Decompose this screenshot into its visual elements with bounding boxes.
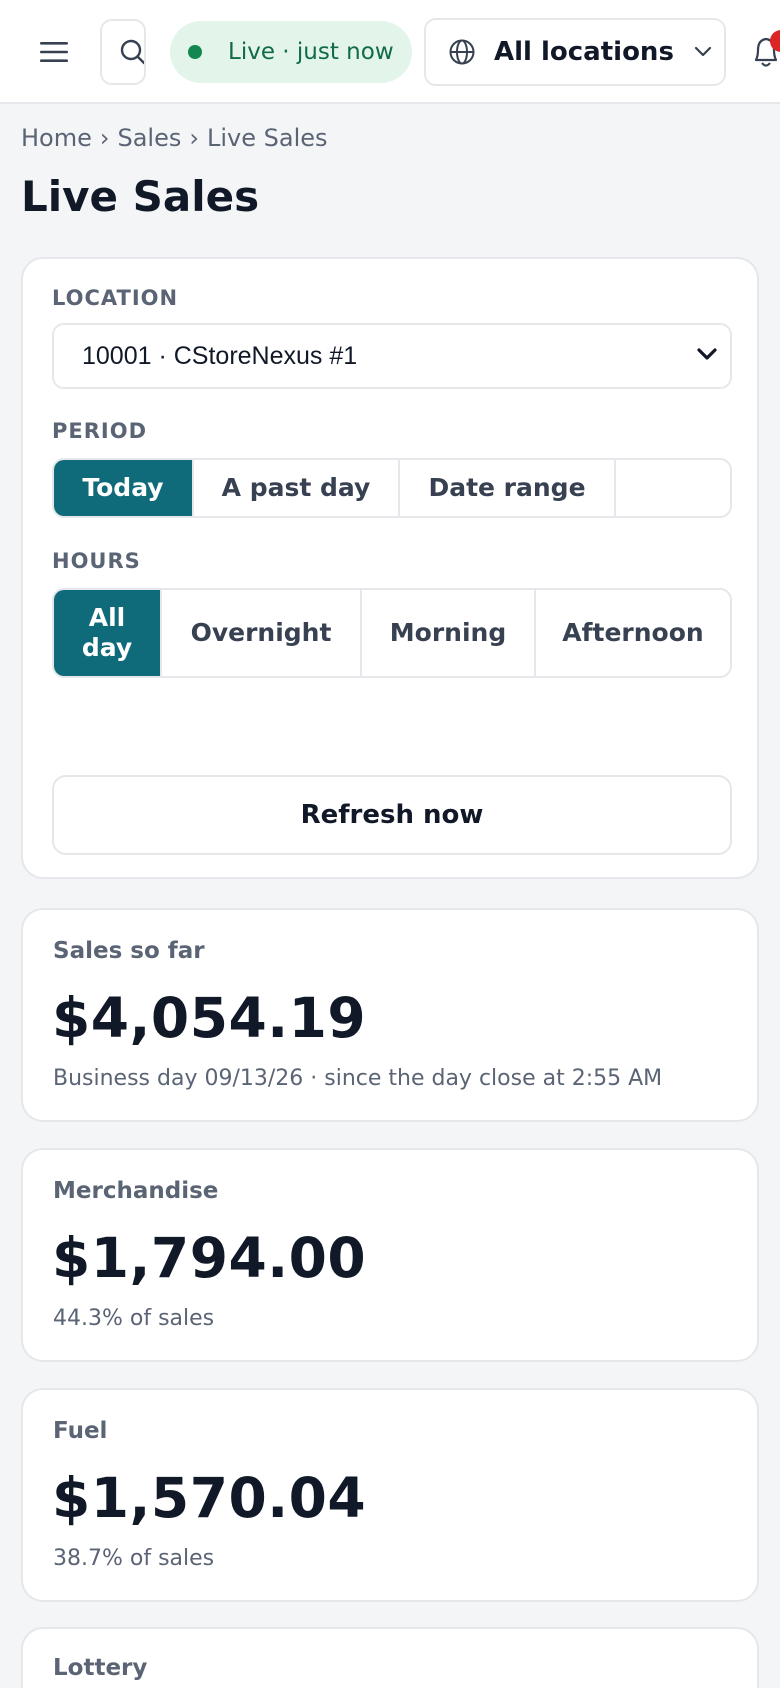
breadcrumb-home[interactable]: Home bbox=[21, 124, 92, 152]
period-option-past-day[interactable]: A past day bbox=[194, 460, 400, 516]
hamburger-icon bbox=[40, 42, 68, 62]
live-status-text: Live · just now bbox=[228, 39, 394, 65]
notifications-button[interactable] bbox=[752, 30, 780, 74]
metric-subtext: 38.7% of sales bbox=[53, 1546, 215, 1571]
period-segmented-control: Today A past day Date range bbox=[52, 458, 732, 518]
metric-value: $4,054.19 bbox=[52, 986, 367, 1050]
location-selector-label: All locations bbox=[494, 37, 674, 67]
page-title: Live Sales bbox=[21, 172, 260, 221]
metric-card-fuel: Fuel $1,570.04 38.7% of sales bbox=[21, 1388, 759, 1602]
metric-subtext: 44.3% of sales bbox=[53, 1306, 215, 1331]
metric-subtext: Business day 09/13/26 · since the day cl… bbox=[53, 1066, 663, 1091]
period-segment-spacer bbox=[616, 460, 730, 516]
metric-value: $1,794.00 bbox=[52, 1226, 367, 1290]
metric-card-lottery: Lottery bbox=[21, 1627, 759, 1688]
hours-option-all-day[interactable]: All day bbox=[54, 590, 162, 676]
refresh-now-button[interactable]: Refresh now bbox=[52, 775, 732, 855]
live-status-badge: Live · just now bbox=[170, 21, 412, 83]
location-selector-button[interactable]: All locations bbox=[424, 18, 726, 86]
metric-card-sales: Sales so far $4,054.19 Business day 09/1… bbox=[21, 908, 759, 1122]
search-button[interactable] bbox=[100, 19, 146, 85]
period-option-today[interactable]: Today bbox=[54, 460, 194, 516]
breadcrumb-separator: › bbox=[99, 124, 110, 152]
metric-label: Sales so far bbox=[53, 938, 205, 964]
metric-label: Merchandise bbox=[53, 1178, 219, 1204]
filters-card: LOCATION 10001 · CStoreNexus #1 PERIOD T… bbox=[21, 257, 759, 879]
search-icon bbox=[120, 39, 144, 65]
menu-button[interactable] bbox=[28, 30, 80, 74]
hours-option-afternoon[interactable]: Afternoon bbox=[536, 590, 730, 676]
chevron-down-icon bbox=[697, 348, 717, 360]
location-field-label: LOCATION bbox=[52, 286, 179, 310]
location-select-value: 10001 · CStoreNexus #1 bbox=[82, 341, 358, 370]
breadcrumb: Home › Sales › Live Sales bbox=[21, 124, 328, 152]
hours-option-morning[interactable]: Morning bbox=[362, 590, 536, 676]
metric-label: Lottery bbox=[53, 1655, 148, 1681]
breadcrumb-separator: › bbox=[189, 124, 199, 152]
metric-value: $1,570.04 bbox=[52, 1466, 367, 1530]
chevron-down-icon bbox=[694, 46, 712, 57]
breadcrumb-sales[interactable]: Sales bbox=[117, 124, 181, 152]
globe-icon bbox=[449, 39, 475, 65]
period-option-date-range[interactable]: Date range bbox=[400, 460, 616, 516]
hours-segmented-control: All day Overnight Morning Afternoon bbox=[52, 588, 732, 678]
metric-card-merchandise: Merchandise $1,794.00 44.3% of sales bbox=[21, 1148, 759, 1362]
metric-label: Fuel bbox=[53, 1418, 108, 1444]
live-dot-icon bbox=[188, 45, 202, 59]
breadcrumb-current: Live Sales bbox=[206, 124, 328, 152]
top-bar: Live · just now All locations bbox=[0, 0, 780, 104]
location-select[interactable]: 10001 · CStoreNexus #1 bbox=[52, 323, 732, 389]
period-field-label: PERIOD bbox=[52, 419, 148, 443]
hours-field-label: HOURS bbox=[52, 549, 141, 573]
hours-option-overnight[interactable]: Overnight bbox=[162, 590, 362, 676]
